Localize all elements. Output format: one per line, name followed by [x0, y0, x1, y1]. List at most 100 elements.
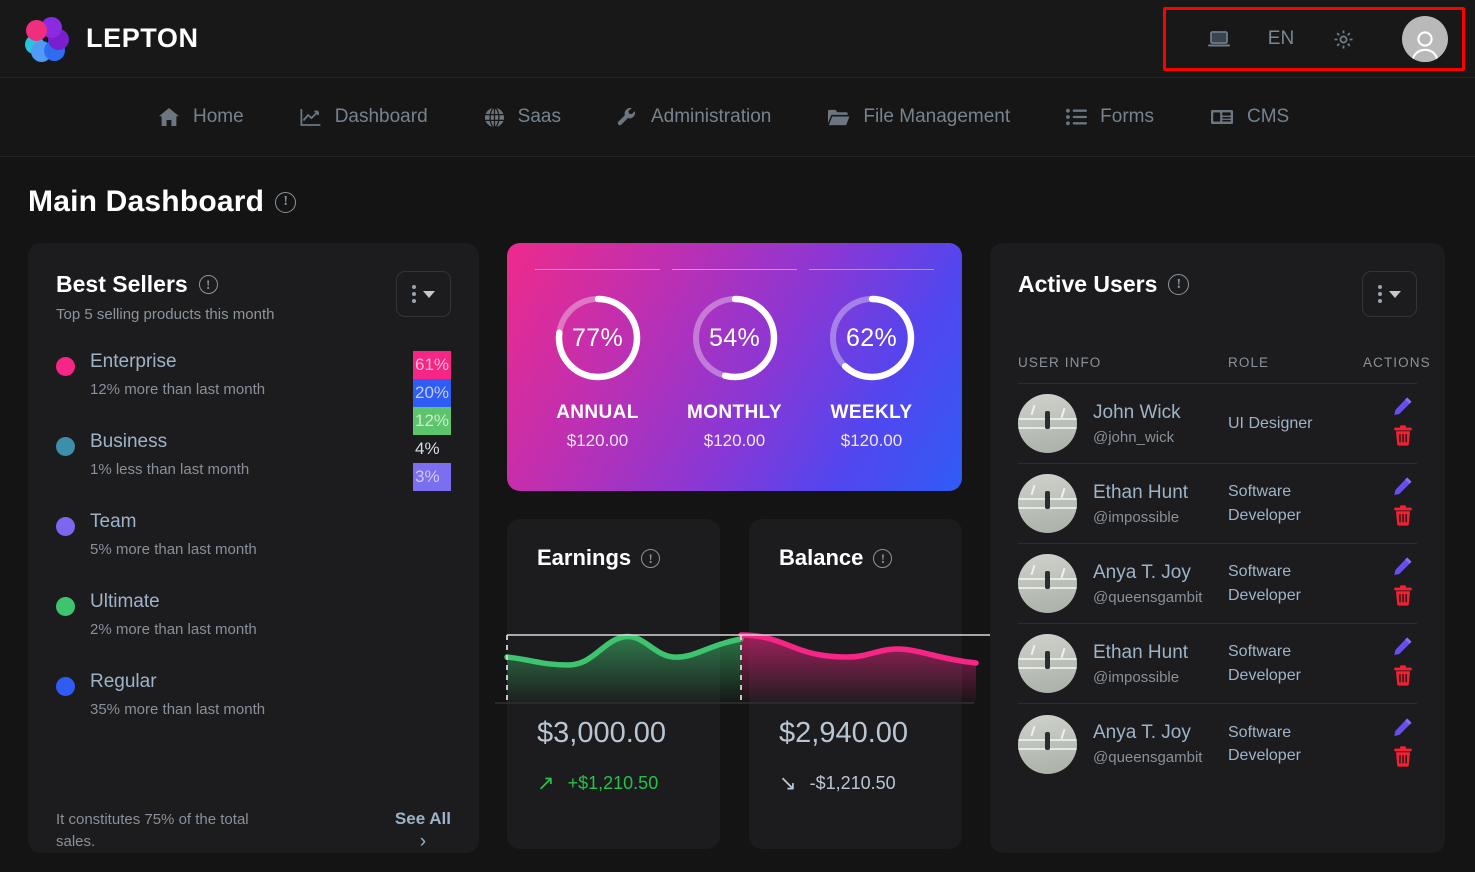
- wrench-icon: [617, 107, 638, 128]
- best-sellers-body: Enterprise 12% more than last month Busi…: [56, 351, 451, 751]
- table-row[interactable]: Anya T. Joy @queensgambit Software Devel…: [1018, 704, 1417, 784]
- user-role: Software Developer: [1228, 560, 1363, 606]
- user-handle: @impossible: [1093, 509, 1188, 526]
- divider: [809, 269, 934, 270]
- avatar: [1018, 634, 1077, 693]
- percentage-value: 12%: [413, 407, 451, 435]
- progress-ring-annual: 77%: [552, 292, 644, 384]
- info-icon[interactable]: !: [641, 549, 660, 568]
- dashboard-grid: Best Sellers ! Top 5 selling products th…: [28, 243, 1447, 853]
- stat-amount: $120.00: [841, 431, 902, 451]
- active-users-table: USER INFO ROLE ACTIONS John Wick @john_w…: [1018, 355, 1417, 784]
- pencil-icon[interactable]: [1393, 636, 1413, 661]
- list-item[interactable]: Ultimate 2% more than last month: [56, 591, 451, 671]
- language-selector[interactable]: EN: [1250, 28, 1312, 50]
- nav-item-cms[interactable]: CMS: [1182, 106, 1317, 128]
- folder-open-icon: [827, 108, 850, 127]
- info-icon[interactable]: !: [873, 549, 892, 568]
- kebab-dropdown-icon: [1378, 285, 1382, 303]
- list-item[interactable]: Regular 35% more than last month: [56, 671, 451, 751]
- color-dot: [56, 357, 75, 376]
- see-all-link[interactable]: See All: [395, 809, 451, 829]
- info-icon[interactable]: !: [1168, 274, 1189, 295]
- product-name: Ultimate: [90, 591, 257, 613]
- list-item[interactable]: Enterprise 12% more than last month: [56, 351, 451, 431]
- trash-icon[interactable]: [1393, 585, 1413, 611]
- best-sellers-subtitle: Top 5 selling products this month: [56, 306, 274, 323]
- pencil-icon[interactable]: [1393, 556, 1413, 581]
- globe-icon: [484, 107, 505, 128]
- arrow-down-icon: ↘: [779, 771, 797, 796]
- nav-item-forms[interactable]: Forms: [1038, 106, 1182, 128]
- product-change: 12% more than last month: [90, 381, 265, 398]
- nav-item-dashboard[interactable]: Dashboard: [272, 106, 456, 128]
- user-handle: @impossible: [1093, 669, 1188, 686]
- laptop-icon[interactable]: [1188, 30, 1250, 48]
- chevron-right-icon[interactable]: ›: [420, 831, 426, 853]
- user-avatar-icon[interactable]: [1402, 16, 1448, 62]
- user-name: Anya T. Joy: [1093, 562, 1202, 584]
- table-row[interactable]: Ethan Hunt @impossible Software Develope…: [1018, 464, 1417, 544]
- newspaper-icon: [1210, 108, 1234, 126]
- percentage-value: 20%: [413, 379, 451, 407]
- active-users-header: Active Users !: [1018, 271, 1417, 317]
- list-item[interactable]: Team 5% more than last month: [56, 511, 451, 591]
- balance-delta-value: -$1,210.50: [810, 773, 896, 794]
- best-sellers-footer-text: It constitutes 75% of the total sales.: [56, 809, 286, 853]
- nav-label: Saas: [518, 106, 561, 128]
- list-item[interactable]: Business 1% less than last month: [56, 431, 451, 511]
- progress-ring-monthly: 54%: [689, 292, 781, 384]
- active-users-menu-button[interactable]: [1362, 271, 1417, 317]
- info-icon[interactable]: !: [199, 275, 218, 294]
- info-icon[interactable]: !: [275, 192, 296, 213]
- user-role: Software Developer: [1228, 640, 1363, 686]
- earnings-balance-row: Earnings ! $3,000.00 ↗ +$1,210.50 Balanc…: [507, 519, 962, 849]
- column-header-actions: ACTIONS: [1363, 355, 1431, 370]
- product-change: 5% more than last month: [90, 541, 257, 558]
- nav-item-home[interactable]: Home: [130, 106, 272, 128]
- table-row[interactable]: Anya T. Joy @queensgambit Software Devel…: [1018, 544, 1417, 624]
- divider: [535, 269, 660, 270]
- column-header-role: ROLE: [1228, 355, 1363, 370]
- trash-icon[interactable]: [1393, 505, 1413, 531]
- trash-icon[interactable]: [1393, 425, 1413, 451]
- user-name: John Wick: [1093, 402, 1181, 424]
- best-sellers-footer: It constitutes 75% of the total sales. S…: [56, 809, 451, 853]
- chevron-down-icon: [1389, 291, 1401, 298]
- stat-monthly: 54% MONTHLY $120.00: [666, 269, 803, 491]
- nav-label: CMS: [1247, 106, 1289, 128]
- table-header-row: USER INFO ROLE ACTIONS: [1018, 355, 1417, 384]
- balance-delta: ↘ -$1,210.50: [749, 771, 896, 796]
- trash-icon[interactable]: [1393, 746, 1413, 772]
- nav-item-administration[interactable]: Administration: [589, 106, 799, 128]
- color-dot: [56, 437, 75, 456]
- balance-title: Balance: [779, 545, 863, 571]
- list-icon: [1066, 108, 1087, 126]
- user-handle: @queensgambit: [1093, 589, 1202, 606]
- gear-icon[interactable]: [1312, 28, 1374, 51]
- trash-icon[interactable]: [1393, 665, 1413, 691]
- ring-value: 62%: [826, 292, 918, 384]
- table-row[interactable]: John Wick @john_wick UI Designer: [1018, 384, 1417, 464]
- best-sellers-menu-button[interactable]: [396, 271, 451, 317]
- pencil-icon[interactable]: [1393, 717, 1413, 742]
- avatar: [1018, 554, 1077, 613]
- earnings-delta-value: +$1,210.50: [568, 773, 659, 794]
- page-title-row: Main Dashboard !: [28, 185, 1447, 219]
- nav-label: File Management: [863, 106, 1010, 128]
- best-sellers-header: Best Sellers ! Top 5 selling products th…: [56, 271, 451, 323]
- pencil-icon[interactable]: [1393, 476, 1413, 501]
- brand[interactable]: LEPTON: [0, 16, 199, 62]
- table-row[interactable]: Ethan Hunt @impossible Software Develope…: [1018, 624, 1417, 704]
- product-name: Business: [90, 431, 249, 453]
- product-change: 1% less than last month: [90, 461, 249, 478]
- stat-label: WEEKLY: [831, 402, 913, 424]
- nav-item-saas[interactable]: Saas: [456, 106, 589, 128]
- pencil-icon[interactable]: [1393, 396, 1413, 421]
- gradient-stats-card: 77% ANNUAL $120.00 54% MONTHLY: [507, 243, 962, 491]
- nav-item-file-management[interactable]: File Management: [799, 106, 1038, 128]
- best-sellers-title: Best Sellers: [56, 271, 188, 298]
- best-sellers-card: Best Sellers ! Top 5 selling products th…: [28, 243, 479, 853]
- balance-amount: $2,940.00: [749, 717, 908, 750]
- stat-annual: 77% ANNUAL $120.00: [529, 269, 666, 491]
